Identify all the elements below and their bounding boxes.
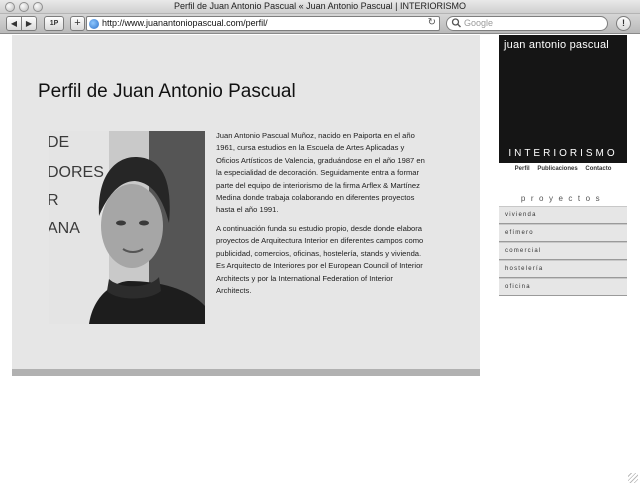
project-link-vivienda[interactable]: vivienda (499, 206, 627, 224)
biography: Juan Antonio Pascual Muñoz, nacido en Pa… (216, 130, 426, 304)
browser-toolbar: ◀ ▶ 1P + http://www.juanantoniopascual.c… (0, 14, 640, 34)
back-button[interactable]: ◀ (6, 16, 22, 31)
bio-paragraph: Juan Antonio Pascual Muñoz, nacido en Pa… (216, 131, 425, 215)
resize-grip[interactable] (628, 473, 638, 483)
project-link-efimero[interactable]: efímero (499, 224, 627, 242)
svg-text:DORES: DORES (49, 164, 104, 181)
address-url[interactable]: http://www.juanantoniopascual.com/perfil… (102, 18, 268, 28)
address-bar[interactable]: http://www.juanantoniopascual.com/perfil… (86, 16, 440, 31)
projects-menu: vivienda efímero comercial hostelería of… (499, 206, 627, 296)
nav-link-publicaciones[interactable]: Publicaciones (537, 166, 577, 172)
search-field[interactable]: Google (446, 16, 608, 31)
site-logo[interactable]: juan antonio pascual INTERIORISMO (499, 35, 627, 163)
logo-tagline: INTERIORISMO (508, 148, 618, 159)
page-title: Perfil de Juan Antonio Pascual (38, 81, 296, 102)
profile-photo: DE DORES R ANA (49, 131, 205, 324)
project-link-hosteleria[interactable]: hostelería (499, 260, 627, 278)
search-placeholder: Google (464, 18, 494, 28)
alert-button[interactable]: ! (616, 16, 631, 31)
add-bookmark-button[interactable]: + (70, 16, 85, 31)
nav-link-perfil[interactable]: Perfil (515, 166, 530, 172)
svg-text:DE: DE (49, 134, 69, 151)
reload-icon[interactable]: ↻ (428, 17, 436, 28)
bio-paragraph: A continuación funda su estudio propio, … (216, 224, 424, 296)
window-titlebar: Perfil de Juan Antonio Pascual « Juan An… (0, 0, 640, 14)
window-title: Perfil de Juan Antonio Pascual « Juan An… (174, 1, 466, 11)
globe-icon (89, 19, 99, 29)
logo-name: juan antonio pascual (504, 39, 609, 51)
project-link-comercial[interactable]: comercial (499, 242, 627, 260)
search-icon (451, 17, 462, 30)
projects-heading: proyectos (520, 194, 606, 203)
content-footer-bar (12, 369, 480, 376)
site-nav: Perfil Publicaciones Contacto (499, 166, 627, 172)
main-content: Perfil de Juan Antonio Pascual DE DORES … (12, 35, 480, 369)
web-page: Perfil de Juan Antonio Pascual DE DORES … (0, 35, 640, 485)
svg-text:R: R (49, 192, 59, 209)
forward-button[interactable]: ▶ (21, 16, 37, 31)
project-link-oficina[interactable]: oficina (499, 278, 627, 296)
nav-link-contacto[interactable]: Contacto (585, 166, 611, 172)
onepassword-button[interactable]: 1P (44, 16, 64, 31)
svg-text:ANA: ANA (49, 220, 80, 237)
